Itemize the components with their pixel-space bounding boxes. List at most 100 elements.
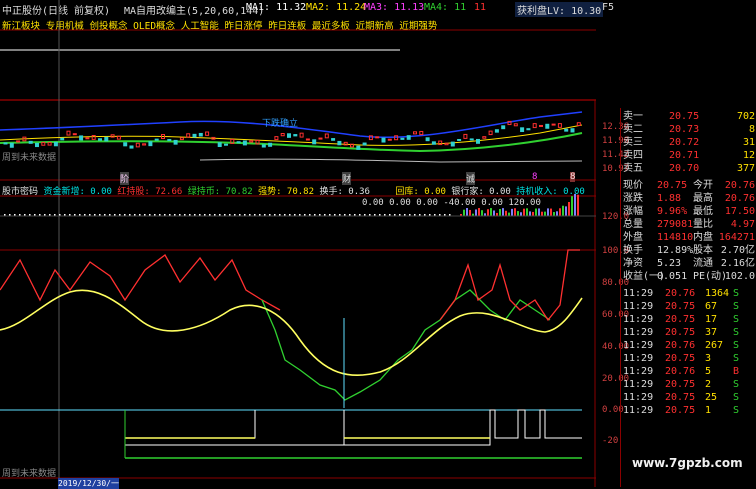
indicator-bar: [502, 208, 504, 216]
candle: [305, 138, 310, 141]
indicator-bar: [574, 193, 576, 216]
candle: [3, 142, 8, 145]
indicator-value: 回库: 0.00: [395, 187, 446, 197]
tick-row: 11:29 20.76 267 S: [621, 339, 756, 352]
tick-volume: 1364: [705, 288, 730, 299]
candle: [469, 138, 474, 141]
tick-volume: 5: [705, 366, 712, 377]
tick-row: 11:29 20.75 17 S: [621, 313, 756, 326]
candle: [198, 132, 203, 137]
indicator-bar: [526, 208, 528, 216]
stat-row: 涨跌 1.88 最高 20.76: [621, 192, 756, 205]
indicator-bar: [535, 208, 537, 216]
stat-row: 涨幅 9.96% 最低 17.50: [621, 205, 756, 218]
indicator-bar: [523, 208, 525, 216]
tick-volume: 25: [705, 392, 718, 403]
indicator-bar: [565, 206, 567, 216]
candle: [513, 123, 518, 127]
candle: [192, 133, 197, 138]
tick-time: 11:29: [623, 340, 654, 351]
indicator-value: 红持股: 72.66: [117, 187, 183, 197]
stat-value: 17.50: [724, 206, 755, 217]
candle: [167, 139, 172, 142]
indicator-bar: [544, 211, 546, 216]
candle: [406, 135, 411, 140]
candle: [186, 133, 191, 138]
tick-price: 20.75: [665, 392, 696, 403]
chart-area[interactable]: [0, 0, 596, 487]
tick-price: 20.76: [665, 288, 696, 299]
candle: [331, 138, 336, 141]
tick-row: 11:29 20.75 3 S: [621, 352, 756, 365]
candle: [324, 133, 329, 139]
candle: [312, 139, 317, 145]
f5-key[interactable]: F5: [602, 2, 614, 13]
stat-value: 9.96%: [657, 206, 688, 217]
stat-value: 12.89%: [657, 245, 694, 256]
tick-price: 20.76: [665, 340, 696, 351]
indicator-bar: [571, 196, 573, 216]
indicator-bar: [493, 210, 495, 216]
osc-red-line: [0, 254, 281, 311]
tick-volume: 2: [705, 379, 712, 390]
stat-row: 总量 279081 量比 4.97: [621, 218, 756, 231]
stat-row: 外盘 114810 内盘 164271: [621, 231, 756, 244]
tick-time: 11:29: [623, 301, 654, 312]
stat-value: 279081: [657, 219, 694, 230]
candle: [520, 127, 525, 132]
stat-value: 4.97: [730, 219, 755, 230]
indicator-name: 股市密码: [2, 187, 39, 197]
stat-value: 20.76: [724, 193, 755, 204]
candle: [532, 123, 537, 129]
stat-value: 114810: [657, 232, 694, 243]
tick-direction: S: [733, 301, 740, 312]
stat-key: 外盘: [623, 232, 643, 243]
indicator-bar: [511, 208, 513, 216]
indicator-bar: [517, 211, 519, 216]
candle: [41, 141, 46, 146]
indicator-subvalues: 0.00 0.00 0.00 -40.00 0.00 120.00: [362, 198, 541, 208]
indicator-bar: [463, 209, 465, 216]
indicator-header[interactable]: 股市密码 资金新增: 0.00 红持股: 72.66 绿持币: 70.82 强势…: [2, 184, 585, 197]
candle: [53, 141, 58, 147]
candle: [494, 129, 499, 133]
candle: [148, 141, 153, 147]
ask-label: 卖二: [623, 124, 643, 135]
stat-value: 2.70亿: [720, 245, 755, 256]
stat-key: 最高: [693, 193, 713, 204]
stat-key: PE(动): [693, 271, 728, 282]
osc-red-line-2: [439, 249, 580, 322]
candle: [268, 142, 273, 147]
tick-time: 11:29: [623, 314, 654, 325]
candle: [91, 134, 96, 140]
ask-row: 卖一 20.75 702: [621, 110, 756, 123]
candle: [66, 130, 71, 136]
candle: [287, 133, 291, 138]
stat-value: 102.0: [724, 271, 755, 282]
stat-row: 换手 12.89% 股本 2.70亿: [621, 244, 756, 257]
candle: [387, 138, 392, 141]
tick-row: 11:29 20.75 37 S: [621, 326, 756, 339]
candle: [463, 133, 468, 139]
candle: [173, 139, 178, 145]
indicator-bar: [469, 209, 471, 216]
candle: [343, 141, 348, 146]
tick-volume: 267: [705, 340, 724, 351]
candle: [224, 143, 228, 146]
tick-time: 11:29: [623, 405, 654, 416]
candle: [280, 132, 285, 137]
tick-direction: B: [733, 366, 740, 377]
candle: [545, 123, 550, 129]
candle: [425, 137, 430, 142]
candle: [350, 143, 354, 148]
tick-volume: 37: [705, 327, 718, 338]
no-future-data-label: 周到未来数据: [2, 153, 57, 163]
candle: [236, 141, 241, 144]
no-future-data-label: 周到未来数据: [2, 469, 57, 479]
ma-white-line: [199, 158, 583, 163]
stat-value: 164271: [718, 232, 755, 243]
ask-volume: 377: [736, 163, 755, 174]
candle: [551, 123, 556, 126]
candle: [9, 142, 14, 148]
ask-row: 卖五 20.70 377: [621, 162, 756, 175]
